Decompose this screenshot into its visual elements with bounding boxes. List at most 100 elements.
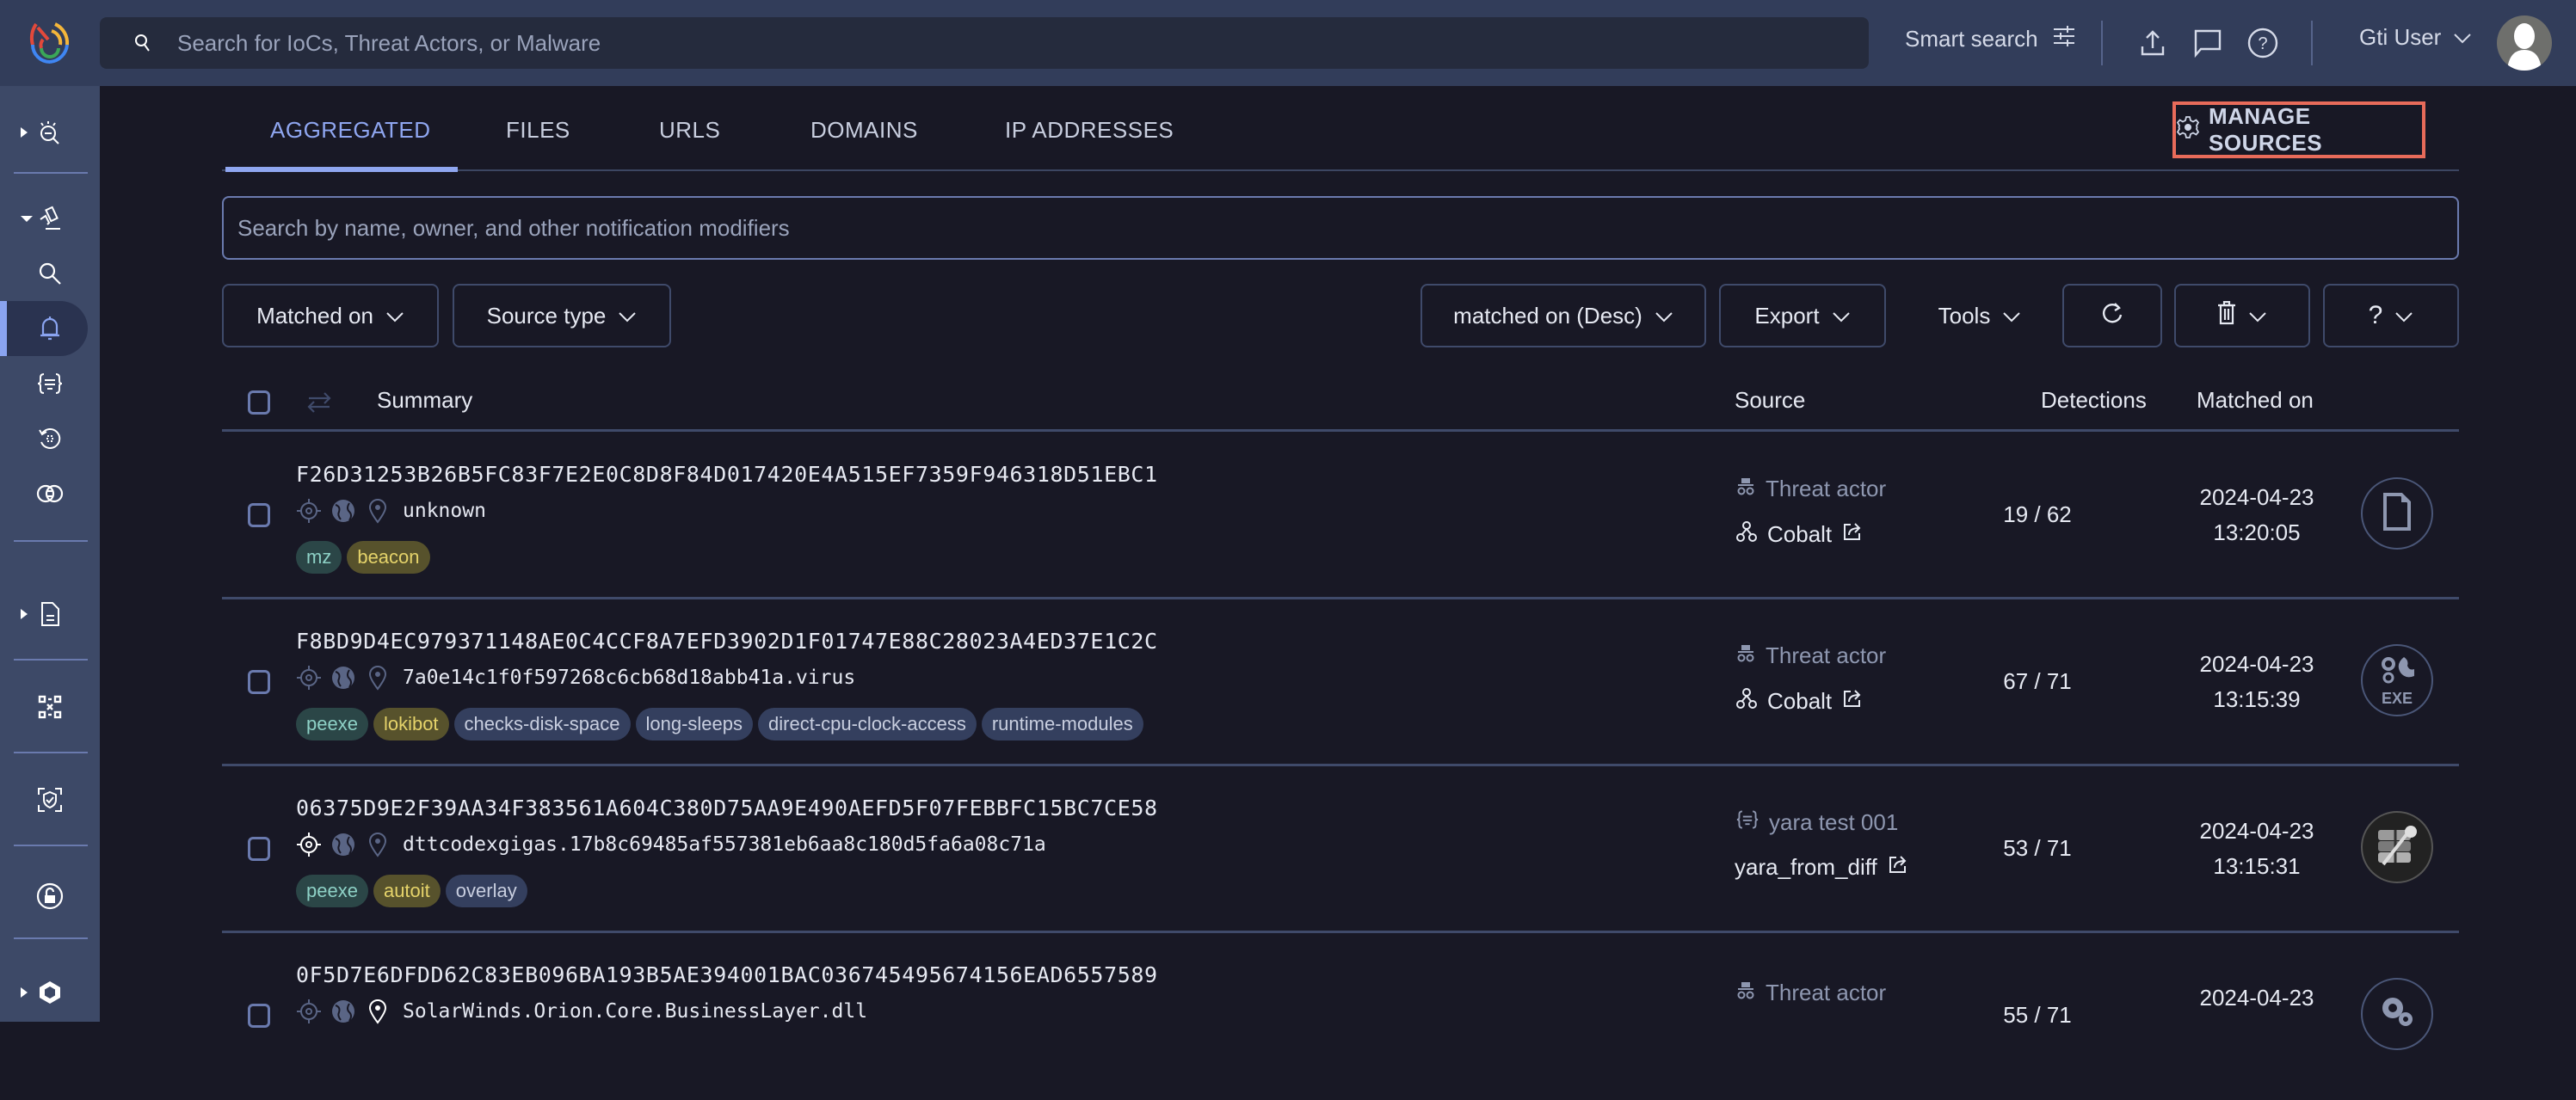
external-link-icon[interactable]	[1842, 521, 1863, 548]
column-detections[interactable]: Detections	[2041, 387, 2147, 414]
source-type-filter-dropdown[interactable]: Source type	[453, 284, 671, 347]
user-menu[interactable]: Gti User	[2359, 24, 2472, 51]
tag[interactable]: beacon	[347, 541, 430, 574]
chevron-down-icon	[2248, 303, 2267, 329]
global-search-box[interactable]	[100, 17, 1869, 69]
select-all-checkbox[interactable]	[248, 390, 270, 415]
tab-aggregated[interactable]: AGGREGATED	[270, 117, 431, 144]
seen-eye-icon	[296, 999, 322, 1024]
sidebar-item-yara-rules[interactable]	[0, 356, 100, 411]
tag[interactable]: lokibot	[373, 708, 449, 741]
actor-icon	[1736, 687, 1757, 716]
tag[interactable]: long-sleeps	[635, 708, 754, 741]
table-row[interactable]: F8BD9D4EC979371148AE0C4CCF8A7EFD3902D1F0…	[222, 599, 2459, 766]
caret-right-icon[interactable]	[21, 609, 28, 619]
tag-list: peexe autoit overlay	[296, 875, 527, 907]
notification-filter-box[interactable]	[222, 196, 2459, 260]
file-hash[interactable]: F26D31253B26B5FC83F7E2E0C8D8F84D017420E4…	[296, 462, 1158, 487]
location-pin-icon	[365, 665, 391, 691]
source-name: Cobalt	[1767, 688, 1833, 714]
sidebar-item-asm[interactable]	[0, 772, 100, 827]
tab-files[interactable]: FILES	[506, 117, 570, 144]
file-hash[interactable]: 0F5D7E6DFDD62C83EB096BA193B5AE394001BAC0…	[296, 962, 1158, 987]
tab-ip-addresses[interactable]: IP ADDRESSES	[1005, 117, 1174, 144]
file-hash[interactable]: F8BD9D4EC979371148AE0C4CCF8A7EFD3902D1F0…	[296, 629, 1158, 654]
tag[interactable]: direct-cpu-clock-access	[758, 708, 977, 741]
sidebar-item-hunting[interactable]	[0, 191, 100, 246]
sidebar-item-search[interactable]	[0, 246, 100, 301]
tools-dropdown[interactable]: Tools	[1898, 284, 2061, 347]
sidebar-item-dtm[interactable]	[0, 869, 100, 924]
help-icon[interactable]: ?	[2246, 26, 2280, 60]
row-checkbox[interactable]	[248, 1004, 270, 1028]
app-logo-icon[interactable]	[26, 19, 74, 67]
hexagon-icon	[36, 979, 64, 1006]
column-source[interactable]: Source	[1735, 387, 1805, 414]
column-matched-on[interactable]: Matched on	[2197, 387, 2314, 414]
swap-icon[interactable]	[306, 390, 332, 419]
file-type-badge	[2361, 978, 2433, 1050]
source-type: Threat actor	[1736, 980, 1886, 1006]
tab-urls[interactable]: URLS	[659, 117, 720, 144]
trash-icon	[2217, 300, 2236, 331]
source-name-link[interactable]: Cobalt	[1736, 687, 1863, 716]
row-checkbox[interactable]	[248, 503, 270, 527]
sidebar-item-graph[interactable]	[0, 679, 100, 734]
caret-down-icon[interactable]	[21, 215, 33, 222]
sort-label: matched on (Desc)	[1453, 302, 1642, 329]
table-row[interactable]: 0F5D7E6DFDD62C83EB096BA193B5AE394001BAC0…	[222, 933, 2459, 1100]
sidebar-item-threat-landscape[interactable]	[0, 105, 100, 160]
refresh-button[interactable]	[2062, 284, 2162, 347]
global-search-input[interactable]	[177, 29, 1812, 57]
file-hash[interactable]: 06375D9E2F39AA34F383561A604C380D75AA9E49…	[296, 796, 1158, 820]
tab-domains[interactable]: DOMAINS	[810, 117, 918, 144]
help-dropdown[interactable]: ?	[2323, 284, 2459, 347]
file-type-badge: EXE	[2361, 644, 2433, 716]
active-tab-indicator	[225, 167, 458, 172]
notification-filter-input[interactable]	[237, 214, 2388, 242]
table-row[interactable]: 06375D9E2F39AA34F383561A604C380D75AA9E49…	[222, 766, 2459, 933]
yara-rules-icon	[36, 370, 64, 397]
smart-search-button[interactable]: Smart search	[1905, 24, 2076, 54]
delete-dropdown[interactable]	[2174, 284, 2310, 347]
caret-right-icon[interactable]	[21, 987, 28, 998]
svg-text:?: ?	[2258, 34, 2267, 53]
source-name-link[interactable]: Cobalt	[1736, 520, 1863, 549]
hunting-icon	[36, 205, 64, 232]
matched-time: 13:20:05	[2213, 519, 2301, 545]
external-link-icon[interactable]	[1888, 854, 1908, 881]
external-link-icon[interactable]	[1842, 688, 1863, 715]
chevron-down-icon	[385, 303, 404, 329]
caret-right-icon[interactable]	[21, 127, 28, 138]
tag-list: mz beacon	[296, 541, 430, 574]
sort-dropdown[interactable]: matched on (Desc)	[1420, 284, 1706, 347]
sidebar-item-integrations[interactable]	[0, 965, 100, 1020]
tag[interactable]: autoit	[373, 875, 441, 907]
manage-sources-button[interactable]: MANAGE SOURCES	[2172, 101, 2425, 158]
source-type: Threat actor	[1736, 476, 1886, 502]
table-row[interactable]: F26D31253B26B5FC83F7E2E0C8D8F84D017420E4…	[222, 433, 2459, 599]
source-name-link[interactable]: yara_from_diff	[1735, 854, 1908, 881]
column-summary[interactable]: Summary	[377, 387, 472, 414]
tag[interactable]: mz	[296, 541, 342, 574]
export-dropdown[interactable]: Export	[1719, 284, 1886, 347]
tag[interactable]: peexe	[296, 875, 368, 907]
tag[interactable]: overlay	[445, 875, 527, 907]
file-type-badge	[2361, 477, 2433, 550]
matched-on-filter-dropdown[interactable]: Matched on	[222, 284, 439, 347]
chevron-down-icon	[1832, 303, 1851, 329]
sidebar-item-retrohunt[interactable]	[0, 411, 100, 466]
sidebar-item-notifications[interactable]	[0, 301, 88, 356]
row-checkbox[interactable]	[248, 670, 270, 694]
sidebar-item-reports[interactable]	[0, 587, 100, 642]
tag[interactable]: checks-disk-space	[453, 708, 631, 741]
source-type-label: Threat actor	[1766, 980, 1887, 1005]
feedback-icon[interactable]	[2191, 26, 2225, 60]
tag[interactable]: runtime-modules	[981, 708, 1143, 741]
avatar[interactable]	[2497, 15, 2552, 71]
upload-icon[interactable]	[2135, 26, 2170, 60]
globe-icon	[330, 832, 356, 857]
sidebar-item-diff[interactable]	[0, 466, 100, 521]
tag[interactable]: peexe	[296, 708, 368, 741]
row-checkbox[interactable]	[248, 837, 270, 861]
